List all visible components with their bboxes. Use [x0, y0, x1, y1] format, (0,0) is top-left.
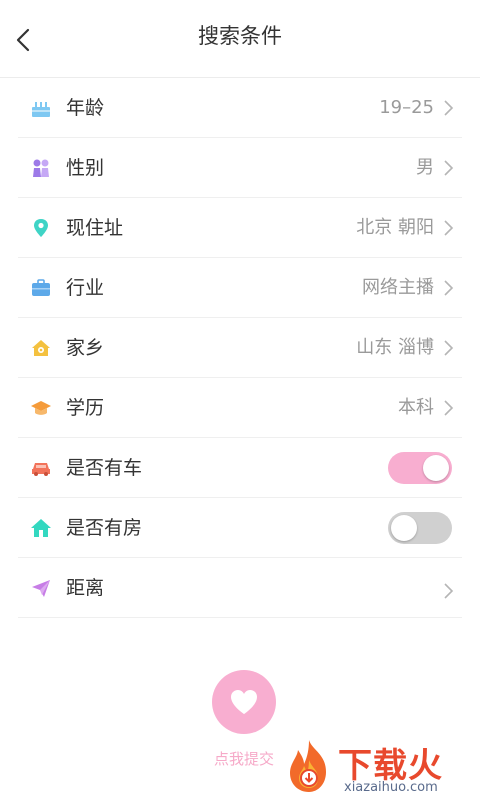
has-house-toggle[interactable] [388, 512, 452, 544]
row-hometown-value: 山东 淄博 [356, 337, 434, 358]
chevron-right-icon [444, 280, 454, 296]
row-hometown-label: 家乡 [66, 337, 105, 359]
house-icon [31, 519, 51, 537]
chevron-right-icon [444, 100, 454, 116]
row-gender[interactable]: 性别 男 [18, 138, 462, 198]
toggle-knob [391, 515, 417, 541]
row-industry-label: 行业 [66, 277, 105, 299]
row-has-house: 是否有房 [18, 498, 462, 558]
row-gender-value: 男 [416, 157, 434, 178]
chevron-right-icon [444, 340, 454, 356]
row-age[interactable]: 年龄 19–25 [18, 78, 462, 138]
row-distance[interactable]: 距离 [18, 558, 462, 618]
row-gender-label: 性别 [66, 157, 105, 179]
cake-icon [32, 102, 50, 117]
row-hometown[interactable]: 家乡 山东 淄博 [18, 318, 462, 378]
row-age-label: 年龄 [66, 97, 105, 119]
chevron-right-icon [444, 400, 454, 416]
row-education[interactable]: 学历 本科 [18, 378, 462, 438]
header-bar: 搜索条件 [0, 0, 480, 78]
row-age-value: 19–25 [379, 97, 434, 118]
row-distance-label: 距离 [66, 577, 105, 599]
row-education-value: 本科 [398, 397, 434, 418]
toggle-knob [423, 455, 449, 481]
has-car-toggle[interactable] [388, 452, 452, 484]
car-icon [32, 463, 50, 476]
heart-icon [231, 690, 257, 714]
page-title: 搜索条件 [198, 24, 282, 48]
row-has-house-label: 是否有房 [66, 517, 143, 539]
chevron-right-icon [444, 220, 454, 236]
submit-button[interactable] [212, 670, 276, 734]
briefcase-icon [32, 279, 50, 296]
chevron-right-icon [444, 160, 454, 176]
row-address[interactable]: 现住址 北京 朝阳 [18, 198, 462, 258]
people-icon [33, 159, 49, 177]
graduation-cap-icon [31, 401, 51, 415]
row-address-label: 现住址 [66, 217, 124, 239]
watermark-logo: 下载火 xiazaihuo.com [282, 736, 480, 800]
home-icon [32, 340, 50, 356]
location-pin-icon [34, 219, 48, 237]
flame-logo-icon [290, 740, 326, 792]
row-has-car: 是否有车 [18, 438, 462, 498]
row-has-car-label: 是否有车 [66, 457, 143, 479]
row-industry[interactable]: 行业 网络主播 [18, 258, 462, 318]
row-industry-value: 网络主播 [362, 277, 434, 298]
watermark-site: xiazaihuo.com [344, 780, 438, 795]
paper-plane-icon [32, 580, 50, 597]
filter-list: 年龄 19–25 性别 男 现住址 北京 朝阳 行业 网络主播 家乡 山东 淄博… [18, 78, 462, 618]
row-address-value: 北京 朝阳 [356, 217, 434, 238]
row-education-label: 学历 [66, 397, 105, 419]
chevron-right-icon [444, 583, 454, 599]
